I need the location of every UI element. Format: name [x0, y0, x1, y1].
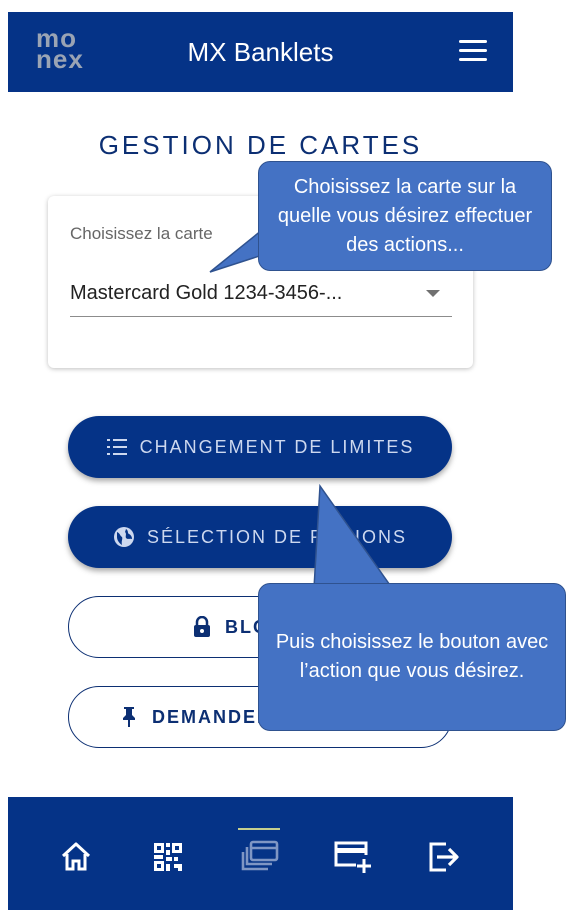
cards-stack-icon[interactable] — [240, 837, 280, 877]
callout-select-card: Choisissez la carte sur la quelle vous d… — [258, 161, 552, 271]
select-underline — [70, 316, 452, 317]
callout-choose-action: Puis choisissez le bouton avec l’action … — [258, 583, 566, 731]
app-title: MX Banklets — [187, 37, 334, 67]
page-title: GESTION DE CARTES — [98, 130, 423, 160]
qr-code-icon[interactable] — [148, 837, 188, 877]
card-select-label: Choisissez la carte — [70, 224, 213, 243]
change-limits-button[interactable]: CHANGEMENT DE LIMITES — [68, 416, 452, 478]
hamburger-menu-icon[interactable] — [459, 40, 487, 62]
dropdown-arrow-icon[interactable] — [426, 290, 440, 297]
logout-icon[interactable] — [424, 837, 464, 877]
callout-bottom-pointer — [313, 484, 394, 589]
globe-icon — [113, 526, 135, 548]
card-select-dropdown[interactable]: Mastercard Gold 1234-3456-... — [70, 282, 342, 305]
app-screen: mo nex MX Banklets GESTION DE CARTES Cho… — [8, 12, 513, 910]
list-icon — [106, 436, 128, 458]
bottom-navigation — [8, 797, 513, 910]
change-limits-label: CHANGEMENT DE LIMITES — [139, 436, 415, 457]
top-app-bar: mo nex MX Banklets — [8, 12, 513, 92]
add-card-icon[interactable] — [332, 837, 372, 877]
lock-icon — [191, 616, 213, 638]
pin-icon — [118, 706, 140, 728]
active-tab-indicator — [238, 828, 280, 830]
home-icon[interactable] — [56, 837, 96, 877]
